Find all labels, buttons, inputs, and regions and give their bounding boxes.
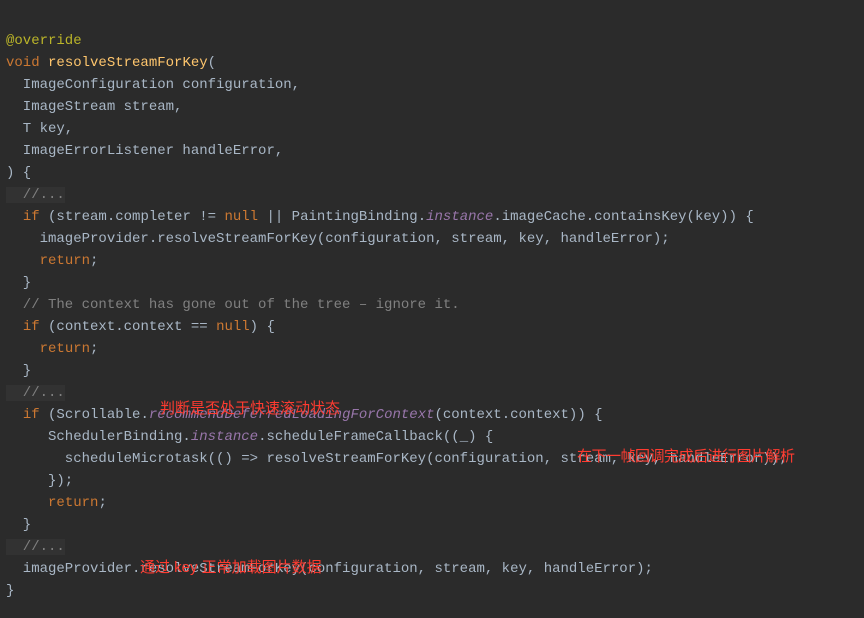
comment-ellipsis-1: //... xyxy=(6,187,65,203)
if2-part-a: (context.context == xyxy=(40,319,216,335)
fn-body-close: } xyxy=(6,583,14,599)
semi-2: ; xyxy=(90,341,98,357)
param-configuration: ImageConfiguration configuration, xyxy=(6,77,300,93)
kw-return-2: return xyxy=(40,341,90,357)
if1-part-c: .imageCache.containsKey(key)) { xyxy=(493,209,753,225)
fn-name: resolveStreamForKey xyxy=(48,55,208,71)
kw-if-1: if xyxy=(23,209,40,225)
comment-ellipsis-3: //... xyxy=(6,539,65,555)
kw-return-1: return xyxy=(40,253,90,269)
code-editor[interactable]: @override void resolveStreamForKey( Imag… xyxy=(0,0,864,618)
schedule-microtask: scheduleMicrotask(() => resolveStreamFor… xyxy=(6,451,787,467)
annotation-override: @override xyxy=(6,33,82,49)
kw-return-3: return xyxy=(48,495,98,511)
call-resolve-2: imageProvider.resolveStreamForKey(config… xyxy=(6,561,653,577)
semi-1: ; xyxy=(90,253,98,269)
call-resolve-1: imageProvider.resolveStreamForKey(config… xyxy=(6,231,670,247)
paren-open: ( xyxy=(208,55,216,71)
brace-close-3: } xyxy=(6,517,31,533)
comment-ellipsis-2: //... xyxy=(6,385,65,401)
semi-3: ; xyxy=(98,495,106,511)
callback-close: }); xyxy=(6,473,73,489)
kw-if-3: if xyxy=(23,407,40,423)
if3-part-b: (context.context)) { xyxy=(435,407,603,423)
brace-close-2: } xyxy=(6,363,31,379)
if1-part-a: (stream.completer != xyxy=(40,209,225,225)
if1-part-b: || PaintingBinding. xyxy=(258,209,426,225)
kw-null-1: null xyxy=(224,209,258,225)
kw-if-2: if xyxy=(23,319,40,335)
scheduler-a: SchedulerBinding. xyxy=(6,429,191,445)
instance-2: instance xyxy=(191,429,258,445)
if3-part-a: (Scrollable. xyxy=(40,407,149,423)
method-recommend: recommendDeferredLoadingForContext xyxy=(149,407,435,423)
if2-part-b: ) { xyxy=(250,319,275,335)
param-handleError: ImageErrorListener handleError, xyxy=(6,143,283,159)
fn-body-open: ) { xyxy=(6,165,31,181)
instance-1: instance xyxy=(426,209,493,225)
kw-null-2: null xyxy=(216,319,250,335)
kw-void: void xyxy=(6,55,40,71)
param-stream: ImageStream stream, xyxy=(6,99,182,115)
param-key: T key, xyxy=(6,121,73,137)
comment-context-gone: // The context has gone out of the tree … xyxy=(6,297,460,313)
scheduler-b: .scheduleFrameCallback((_) { xyxy=(258,429,493,445)
brace-close-1: } xyxy=(6,275,31,291)
